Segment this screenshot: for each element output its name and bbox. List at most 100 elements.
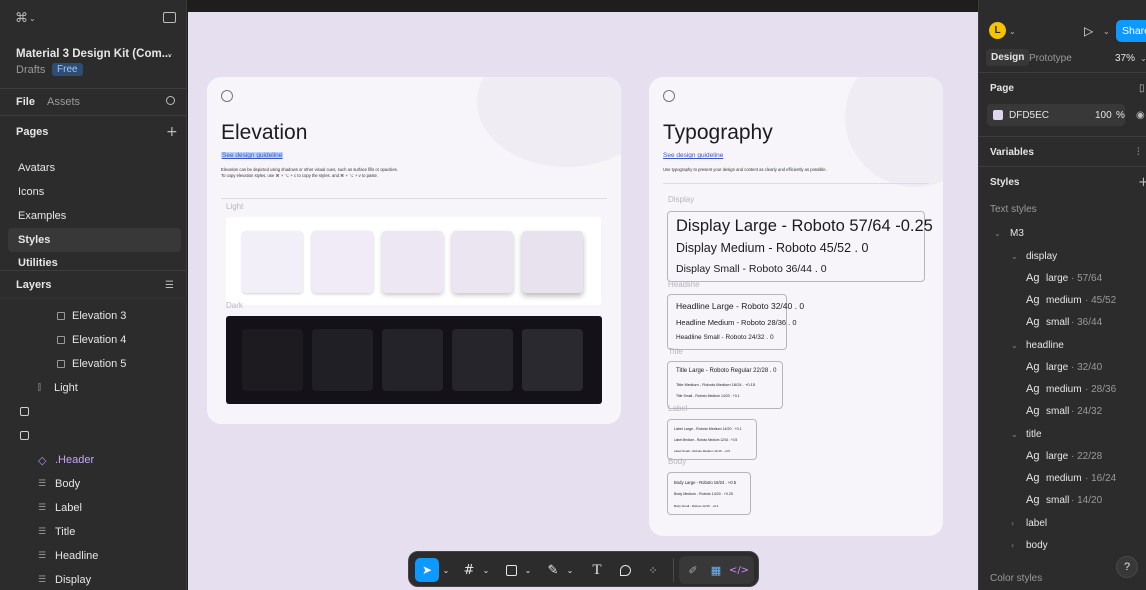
elevation-3-dark-tile[interactable] xyxy=(382,329,443,391)
chevron-down-icon[interactable]: ⌄ xyxy=(1103,27,1110,36)
layer-body[interactable]: ☰ Body xyxy=(0,472,187,496)
elevation-1-tile[interactable] xyxy=(242,231,303,293)
elevation-2-tile[interactable] xyxy=(312,231,373,293)
design-guideline-link[interactable]: See design guideline xyxy=(221,152,284,159)
color-swatch[interactable] xyxy=(993,110,1003,120)
elevation-4-tile[interactable] xyxy=(452,231,513,293)
elevation-3-tile[interactable] xyxy=(382,231,443,293)
tab-file[interactable]: File xyxy=(16,96,35,108)
group-m3[interactable]: ⌄ M3 xyxy=(979,222,1146,244)
share-button[interactable]: Share xyxy=(1116,20,1146,42)
figma-menu-icon[interactable]: ⌘ xyxy=(15,11,28,26)
present-icon[interactable]: ▷ xyxy=(1084,24,1093,38)
frame-tool[interactable]: # xyxy=(459,558,479,582)
draw-mode-icon[interactable]: ✐ xyxy=(683,558,703,582)
layer-title[interactable]: ☰ Title xyxy=(0,520,187,544)
style-title-large[interactable]: Ag large · 22/28 xyxy=(979,445,1146,467)
dev-mode-icon[interactable]: </> xyxy=(729,558,749,582)
layers-options-icon[interactable]: ☰ xyxy=(165,280,174,291)
layer-header[interactable]: ◇ .Header xyxy=(0,448,187,472)
style-headline-small[interactable]: Ag small · 24/32 xyxy=(979,400,1146,422)
search-icon[interactable] xyxy=(166,96,175,105)
layer-section-2[interactable] xyxy=(0,424,187,448)
actions-tool[interactable]: ⁘ xyxy=(643,558,663,582)
headline-styles-box[interactable]: Headline Large - Roboto 32/40 . 0 Headli… xyxy=(667,294,804,350)
pen-tool[interactable]: ✎ xyxy=(543,558,563,582)
title-styles-box[interactable]: Title Large - Roboto Regular 22/28 . 0 T… xyxy=(667,361,783,409)
comment-tool[interactable] xyxy=(615,558,635,582)
chevron-down-icon[interactable]: ⌄ xyxy=(994,229,1001,238)
layer-label-item[interactable]: ☰ Label xyxy=(0,496,187,520)
label-styles-box[interactable]: Label Large - Roboto Medium 14/20 . +0.1… xyxy=(667,419,757,460)
style-title-medium[interactable]: Ag medium · 16/24 xyxy=(979,467,1146,489)
layout-icon[interactable]: ▯ xyxy=(1139,83,1145,94)
variables-icon[interactable]: ⫶ xyxy=(1137,147,1140,158)
elevation-5-tile[interactable] xyxy=(522,231,583,293)
add-style-icon[interactable]: + xyxy=(1138,175,1146,190)
design-mode-icon[interactable]: ▦ xyxy=(706,558,726,582)
chevron-down-icon[interactable]: ⌄ xyxy=(441,558,451,582)
design-guideline-link[interactable]: See design guideline xyxy=(663,152,723,159)
tab-design[interactable]: Design xyxy=(986,49,1030,66)
chevron-right-icon[interactable]: › xyxy=(1011,519,1014,528)
chevron-down-icon[interactable]: ⌄ xyxy=(565,558,575,582)
eye-icon[interactable]: ◉ xyxy=(1136,110,1145,121)
layer-light[interactable]: ⫿ Light xyxy=(0,376,187,400)
chevron-down-icon[interactable]: ⌄ xyxy=(1009,27,1016,36)
help-button[interactable]: ? xyxy=(1116,556,1138,578)
style-display-medium[interactable]: Ag medium · 45/52 xyxy=(979,289,1146,311)
chevron-down-icon[interactable]: ⌄ xyxy=(1011,430,1018,439)
elevation-5-dark-tile[interactable] xyxy=(522,329,583,391)
style-title-small[interactable]: Ag small · 14/20 xyxy=(979,489,1146,511)
elevation-2-dark-tile[interactable] xyxy=(312,329,373,391)
canvas[interactable]: Elevation See design guideline Elevation… xyxy=(188,12,978,590)
add-page-icon[interactable]: + xyxy=(166,124,178,140)
drafts-label[interactable]: Drafts xyxy=(16,64,45,76)
body-styles-box[interactable]: Body Large - Roboto 16/24 . +0.5 Body Me… xyxy=(667,472,751,515)
chevron-right-icon[interactable]: › xyxy=(1011,541,1014,550)
elevation-4-dark-tile[interactable] xyxy=(452,329,513,391)
layer-elevation-5[interactable]: Elevation 5 xyxy=(0,352,187,376)
move-tool[interactable]: ➤ xyxy=(415,558,439,582)
group-display[interactable]: ⌄ display xyxy=(979,245,1146,267)
text-tool[interactable]: T xyxy=(587,558,607,582)
page-item-icons[interactable]: Icons xyxy=(0,180,187,204)
toggle-sidebar-icon[interactable] xyxy=(163,12,176,23)
group-title[interactable]: ⌄ title xyxy=(979,423,1146,445)
chevron-down-icon[interactable]: ⌄ xyxy=(1140,54,1146,63)
style-headline-medium[interactable]: Ag medium · 28/36 xyxy=(979,378,1146,400)
avatar[interactable]: L xyxy=(989,22,1006,39)
page-item-avatars[interactable]: Avatars xyxy=(0,156,187,180)
elevation-1-dark-tile[interactable] xyxy=(242,329,303,391)
layer-elevation-3[interactable]: Elevation 3 xyxy=(0,304,187,328)
shape-tool[interactable] xyxy=(501,558,521,582)
chevron-down-icon[interactable]: ⌄ xyxy=(481,558,491,582)
tab-assets[interactable]: Assets xyxy=(47,96,80,108)
layer-display[interactable]: ☰ Display xyxy=(0,568,187,590)
layer-elevation-4[interactable]: Elevation 4 xyxy=(0,328,187,352)
elevation-frame[interactable]: Elevation See design guideline Elevation… xyxy=(207,77,621,424)
chevron-down-icon[interactable]: ⌄ xyxy=(1011,252,1018,261)
chevron-down-icon[interactable]: ⌄ xyxy=(166,49,174,59)
group-label[interactable]: › label xyxy=(979,512,1146,534)
style-display-small[interactable]: Ag small · 36/44 xyxy=(979,311,1146,333)
page-item-utilities[interactable]: Utilities xyxy=(0,252,187,270)
chevron-down-icon[interactable]: ⌄ xyxy=(523,558,533,582)
layer-section-1[interactable] xyxy=(0,400,187,424)
typography-frame[interactable]: Typography See design guideline Use typo… xyxy=(649,77,943,536)
zoom-level[interactable]: 37% xyxy=(1115,53,1135,64)
page-opacity[interactable]: 100 xyxy=(1095,110,1112,121)
chevron-down-icon[interactable]: ⌄ xyxy=(29,14,36,23)
group-headline[interactable]: ⌄ headline xyxy=(979,334,1146,356)
group-body[interactable]: › body xyxy=(979,534,1146,556)
file-title[interactable]: Material 3 Design Kit (Com... xyxy=(16,48,171,60)
page-item-examples[interactable]: Examples xyxy=(0,204,187,228)
chevron-down-icon[interactable]: ⌄ xyxy=(1011,341,1018,350)
page-item-styles[interactable]: Styles xyxy=(8,228,181,252)
tab-prototype[interactable]: Prototype xyxy=(1029,53,1072,64)
layer-headline[interactable]: ☰ Headline xyxy=(0,544,187,568)
page-color-hex[interactable]: DFD5EC xyxy=(1009,110,1049,121)
style-display-large[interactable]: Ag large · 57/64 xyxy=(979,267,1146,289)
display-styles-box[interactable]: Display Large - Roboto 57/64 -0.25 Displ… xyxy=(667,211,933,282)
variables-row[interactable]: Variables ⫶ xyxy=(979,141,1146,163)
